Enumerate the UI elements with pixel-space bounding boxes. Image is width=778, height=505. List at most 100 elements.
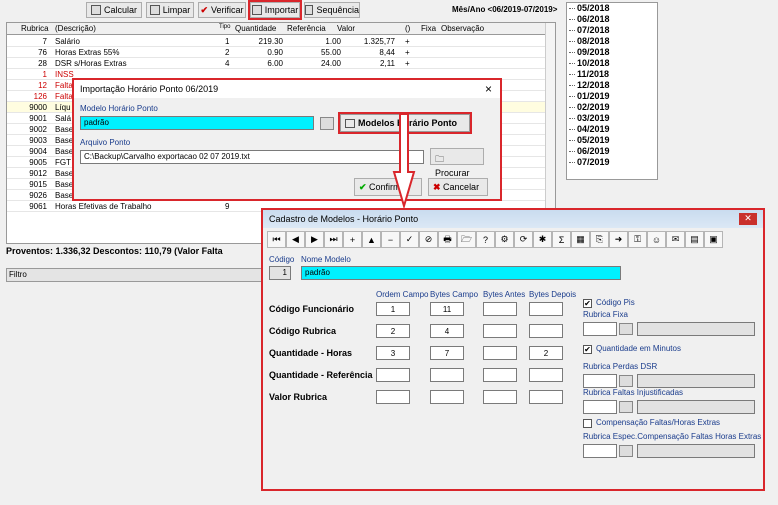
window-icon[interactable]: ▣ xyxy=(704,231,723,248)
users-icon[interactable]: ☺ xyxy=(647,231,666,248)
importar-button[interactable]: Importar xyxy=(248,0,302,20)
cell-rubrica: 1 xyxy=(42,70,47,79)
folder-icon[interactable] xyxy=(320,117,334,130)
rubrica-faltas-field[interactable] xyxy=(583,400,617,414)
filter-icon[interactable]: ⚙ xyxy=(495,231,514,248)
sum-icon[interactable]: Σ xyxy=(552,231,571,248)
month-item[interactable]: 03/2019 xyxy=(567,113,657,124)
month-item[interactable]: 07/2019 xyxy=(567,157,657,168)
field-bytes-input[interactable] xyxy=(430,368,464,382)
limpar-button[interactable]: Limpar xyxy=(146,2,194,18)
field-ordem-input[interactable] xyxy=(376,390,410,404)
sequencia-button[interactable]: Sequência xyxy=(304,2,360,18)
cell-desc: Base xyxy=(55,125,74,134)
calcular-button[interactable]: Calcular xyxy=(86,2,142,18)
post-icon[interactable]: ✓ xyxy=(400,231,419,248)
field-antes-input[interactable] xyxy=(483,324,517,338)
month-item[interactable]: 07/2018 xyxy=(567,25,657,36)
grid-icon[interactable]: ▦ xyxy=(571,231,590,248)
edit-up-icon[interactable]: ▲ xyxy=(362,231,381,248)
month-item[interactable]: 08/2018 xyxy=(567,36,657,47)
codigo-field[interactable]: 1 xyxy=(269,266,291,280)
field-depois-input[interactable] xyxy=(529,324,563,338)
last-record-icon[interactable]: ⏭ xyxy=(324,231,343,248)
table-row[interactable]: 76 Horas Extras 55% 2 0.90 55.00 8,44 + xyxy=(7,47,547,58)
field-depois-input[interactable] xyxy=(529,390,563,404)
tools-icon[interactable]: ✱ xyxy=(533,231,552,248)
month-item[interactable]: 12/2018 xyxy=(567,80,657,91)
qtd-minutos-checkbox[interactable]: ✔ xyxy=(583,345,592,354)
rubrica-faltas-label: Rubrica Faltas Injustificadas xyxy=(583,388,684,397)
month-item[interactable]: 09/2018 xyxy=(567,47,657,58)
compensacao-checkbox[interactable] xyxy=(583,419,592,428)
month-item[interactable]: 04/2019 xyxy=(567,124,657,135)
field-antes-input[interactable] xyxy=(483,368,517,382)
close-icon[interactable]: ✕ xyxy=(739,213,757,225)
field-antes-input[interactable] xyxy=(483,390,517,404)
table-row[interactable]: 7 Salário 1 219.30 1.00 1.325,77 + xyxy=(7,36,547,47)
month-item[interactable]: 05/2018 xyxy=(567,3,657,14)
cell-tipo: 4 xyxy=(225,59,230,68)
refresh-icon[interactable]: ⟳ xyxy=(514,231,533,248)
month-item[interactable]: 01/2019 xyxy=(567,91,657,102)
field-ordem-input[interactable]: 1 xyxy=(376,302,410,316)
arquivo-field[interactable]: C:\Backup\Carvalho exportacao 02 07 2019… xyxy=(80,150,424,164)
cell-rubrica: 76 xyxy=(38,48,47,57)
rubrica-perdas-field[interactable] xyxy=(583,374,617,388)
folder-icon[interactable] xyxy=(619,375,633,387)
codigo-pis-checkbox[interactable]: ✔ xyxy=(583,299,592,308)
query-icon[interactable]: ? xyxy=(476,231,495,248)
table-row[interactable]: 28 DSR s/Horas Extras 4 6.00 24.00 2,11 + xyxy=(7,58,547,69)
model-dialog-title: Cadastro de Modelos - Horário Ponto ✕ xyxy=(263,210,763,228)
folder-icon[interactable] xyxy=(619,323,633,335)
close-icon[interactable]: × xyxy=(485,82,492,96)
field-bytes-input[interactable]: 7 xyxy=(430,346,464,360)
folder-icon[interactable] xyxy=(619,401,633,413)
month-item[interactable]: 05/2019 xyxy=(567,135,657,146)
months-tree[interactable]: 05/2018 06/2018 07/2018 08/2018 09/2018 10/20… xyxy=(566,2,658,180)
key-icon[interactable]: ⚿ xyxy=(628,231,647,248)
rubrica-fixa-field[interactable] xyxy=(583,322,617,336)
field-bytes-input[interactable] xyxy=(430,390,464,404)
cancelar-button[interactable]: ✖ Cancelar xyxy=(428,178,488,196)
month-item[interactable]: 11/2018 xyxy=(567,69,657,80)
field-label: Código Rubrica xyxy=(269,326,336,336)
procurar-button[interactable]: 🗀 Procurar xyxy=(430,148,484,178)
calendar-icon[interactable]: ▤ xyxy=(685,231,704,248)
month-item[interactable]: 06/2018 xyxy=(567,14,657,25)
field-ordem-input[interactable]: 2 xyxy=(376,324,410,338)
prior-record-icon[interactable]: ◀ xyxy=(286,231,305,248)
cell-qtd: 219.30 xyxy=(258,37,283,46)
field-bytes-input[interactable]: 4 xyxy=(430,324,464,338)
cancel-edit-icon[interactable]: ⊘ xyxy=(419,231,438,248)
field-depois-input[interactable]: 2 xyxy=(529,346,563,360)
cell-rubrica: 9001 xyxy=(29,114,47,123)
copy-icon[interactable]: ⎘ xyxy=(590,231,609,248)
folder-icon[interactable] xyxy=(619,445,633,457)
field-depois-input[interactable] xyxy=(529,368,563,382)
verificar-button[interactable]: ✔ Verificar xyxy=(198,2,246,18)
month-item[interactable]: 02/2019 xyxy=(567,102,657,113)
field-antes-input[interactable] xyxy=(483,346,517,360)
field-ordem-input[interactable] xyxy=(376,368,410,382)
field-bytes-input[interactable]: 11 xyxy=(430,302,464,316)
month-item[interactable]: 06/2019 xyxy=(567,146,657,157)
mail-icon[interactable]: ✉ xyxy=(666,231,685,248)
field-ordem-input[interactable]: 3 xyxy=(376,346,410,360)
month-item[interactable]: 10/2018 xyxy=(567,58,657,69)
delete-icon[interactable]: − xyxy=(381,231,400,248)
nome-modelo-field[interactable]: padrão xyxy=(301,266,621,280)
folder-icon[interactable]: 🗁 xyxy=(457,231,476,248)
export-icon[interactable]: ➜ xyxy=(609,231,628,248)
grid-header: Rubrica (Descrição) Tipo Quantidade Refe… xyxy=(7,23,547,35)
insert-icon[interactable]: + xyxy=(343,231,362,248)
field-depois-input[interactable] xyxy=(529,302,563,316)
modelo-field[interactable]: padrão xyxy=(80,116,314,130)
rubrica-perdas-desc xyxy=(637,374,755,388)
print-icon[interactable]: 🖶 xyxy=(438,231,457,248)
next-record-icon[interactable]: ▶ xyxy=(305,231,324,248)
rubrica-espec-field[interactable] xyxy=(583,444,617,458)
sequence-icon xyxy=(305,5,314,15)
field-antes-input[interactable] xyxy=(483,302,517,316)
first-record-icon[interactable]: ⏮ xyxy=(267,231,286,248)
